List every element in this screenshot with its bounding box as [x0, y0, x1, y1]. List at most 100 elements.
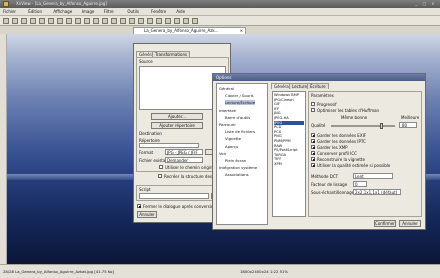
toolbar-icon-17[interactable]	[156, 18, 162, 24]
format-item-0[interactable]: Windows BMP	[274, 93, 299, 97]
tree-item-7[interactable]: Vignette	[225, 136, 241, 141]
toolbar-icon-16[interactable]	[147, 18, 153, 24]
window-controls[interactable]: _ □ x	[415, 1, 436, 6]
format-item-15[interactable]: XPM	[274, 162, 282, 166]
tree-item-11[interactable]: Intégration système	[219, 165, 257, 170]
options-ok-button[interactable]: Confirmer	[374, 220, 396, 227]
format-item-7[interactable]: PCD	[274, 125, 281, 129]
original-folder-checkbox[interactable]	[159, 165, 163, 169]
toolbar-icon-20[interactable]	[183, 18, 189, 24]
format-item-5[interactable]: JPEG-HA	[274, 116, 289, 120]
options-category-tree[interactable]: Général Clavier / Souris Lecture/Écriture I…	[216, 83, 268, 225]
toolbar-icon-6[interactable]	[57, 18, 63, 24]
use-original-quality-checkbox[interactable]	[311, 163, 315, 167]
quality-slider-track[interactable]	[331, 123, 395, 129]
tree-item-0[interactable]: Général	[219, 86, 234, 91]
progressive-checkbox[interactable]	[311, 102, 315, 106]
keep-xmp-checkbox[interactable]	[311, 145, 315, 149]
tree-item-2[interactable]: Lecture/Écriture	[225, 100, 256, 106]
keep-iptc-checkbox[interactable]	[311, 139, 315, 143]
toolbar-icon-18[interactable]	[165, 18, 171, 24]
source-label: Source	[139, 59, 153, 64]
toolbar-icon-1[interactable]	[12, 18, 18, 24]
toolbar	[0, 16, 440, 26]
script-select[interactable]	[139, 193, 209, 199]
toolbar-icon-0[interactable]	[3, 18, 9, 24]
format-item-13[interactable]: TARGA	[274, 153, 286, 157]
toolbar-icon-9[interactable]	[84, 18, 90, 24]
format-select[interactable]: JPG - JPEG / JFIF	[165, 149, 203, 155]
toolbar-icon-8[interactable]	[75, 18, 81, 24]
dct-select[interactable]: Lent	[353, 173, 393, 179]
tree-item-3[interactable]: Interface	[219, 108, 236, 113]
menu-item-6[interactable]: Fenêtre	[151, 9, 166, 14]
destination-label: Destination	[139, 131, 162, 136]
existing-file-select[interactable]: Demander	[165, 157, 203, 163]
keep-exif-checkbox[interactable]	[311, 133, 315, 137]
menu-item-0[interactable]: Fichier	[3, 9, 16, 14]
options-dialog: Options Général Clavier / Souris Lecture/É…	[212, 73, 426, 230]
tab-options-write[interactable]: Écriture	[307, 83, 329, 89]
format-item-14[interactable]: TIFF	[274, 157, 281, 161]
window-title: XnView - [La_Genera_by_Alfonso_Aguirre.j…	[16, 1, 107, 6]
convert-cancel-button[interactable]: Annuler	[137, 211, 157, 218]
format-item-12[interactable]: PS/PostScript	[274, 148, 298, 152]
format-item-6[interactable]: JPEG	[274, 120, 304, 125]
tree-item-1[interactable]: Clavier / Souris	[225, 93, 254, 98]
quality-value-field[interactable]: 80	[399, 122, 417, 128]
huffman-checkbox[interactable]	[311, 108, 315, 112]
menu-item-4[interactable]: Filtre	[104, 9, 114, 14]
format-item-4[interactable]: JNG	[274, 111, 281, 115]
toolbar-icon-2[interactable]	[21, 18, 27, 24]
keep-structure-checkbox[interactable]	[158, 174, 162, 178]
smoothing-field[interactable]: 0	[353, 181, 367, 187]
toolbar-icon-19[interactable]	[174, 18, 180, 24]
quality-value: 80	[402, 123, 408, 128]
add-button[interactable]: Ajouter...	[151, 113, 203, 120]
keep-iptc-label: Garder les données IPTC	[317, 139, 366, 144]
toolbar-icon-4[interactable]	[39, 18, 45, 24]
format-item-8[interactable]: PCX	[274, 130, 281, 134]
format-item-2[interactable]: GIF	[274, 102, 280, 106]
keep-icc-label: Conserver profil ICC	[317, 151, 357, 156]
folder-input[interactable]	[139, 143, 199, 148]
recompute-thumb-checkbox[interactable]	[311, 157, 315, 161]
toolbar-icon-5[interactable]	[48, 18, 54, 24]
document-tab[interactable]: La_Genera_by_Alfonso_Aguirre_Azk... ×	[133, 27, 246, 34]
format-item-3[interactable]: IFF	[274, 107, 279, 111]
tree-item-12[interactable]: Associations	[225, 172, 249, 177]
add-folder-button[interactable]: Ajouter répertoire	[151, 122, 203, 129]
toolbar-icon-12[interactable]	[111, 18, 117, 24]
format-item-10[interactable]: PNM/PPM	[274, 139, 291, 143]
format-item-11[interactable]: RAW	[274, 144, 282, 148]
format-list[interactable]: Windows BMP JPG/Cineon GIF IFF JNG JPEG-HA JPE…	[272, 91, 306, 217]
toolbar-icon-13[interactable]	[120, 18, 126, 24]
menu-item-3[interactable]: Image	[82, 9, 95, 14]
subsampling-value: 2x2,1x1,1x1 (défaut)	[355, 190, 398, 195]
quality-slider-thumb[interactable]	[379, 123, 383, 129]
keep-icc-checkbox[interactable]	[311, 151, 315, 155]
tree-item-10[interactable]: Plein écran	[225, 158, 246, 163]
toolbar-icon-15[interactable]	[138, 18, 144, 24]
format-item-9[interactable]: PNG	[274, 134, 282, 138]
toolbar-icon-7[interactable]	[66, 18, 72, 24]
format-item-1[interactable]: JPG/Cineon	[274, 98, 294, 102]
menu-item-2[interactable]: Affichage	[53, 9, 72, 14]
tree-item-9[interactable]: Voir	[219, 151, 226, 156]
menu-item-1[interactable]: Édition	[28, 9, 42, 14]
toolbar-icon-11[interactable]	[102, 18, 108, 24]
menu-item-7[interactable]: Aide	[176, 9, 185, 14]
toolbar-icon-21[interactable]	[192, 18, 198, 24]
tree-item-5[interactable]: Parcourir	[219, 122, 236, 127]
toolbar-icon-10[interactable]	[93, 18, 99, 24]
tree-item-8[interactable]: Aperçu	[225, 144, 238, 149]
subsampling-select[interactable]: 2x2,1x1,1x1 (défaut)	[353, 189, 401, 195]
huffman-label: Optimiser les tables d'Huffman	[317, 108, 380, 113]
tree-item-4[interactable]: Barre d'outils	[225, 115, 250, 120]
menu-item-5[interactable]: Outils	[127, 9, 139, 14]
toolbar-icon-14[interactable]	[129, 18, 135, 24]
options-cancel-button[interactable]: Annuler	[399, 220, 421, 227]
close-after-checkbox[interactable]	[137, 204, 141, 208]
toolbar-icon-3[interactable]	[30, 18, 36, 24]
tree-item-6[interactable]: Liste de fichiers	[225, 129, 255, 134]
